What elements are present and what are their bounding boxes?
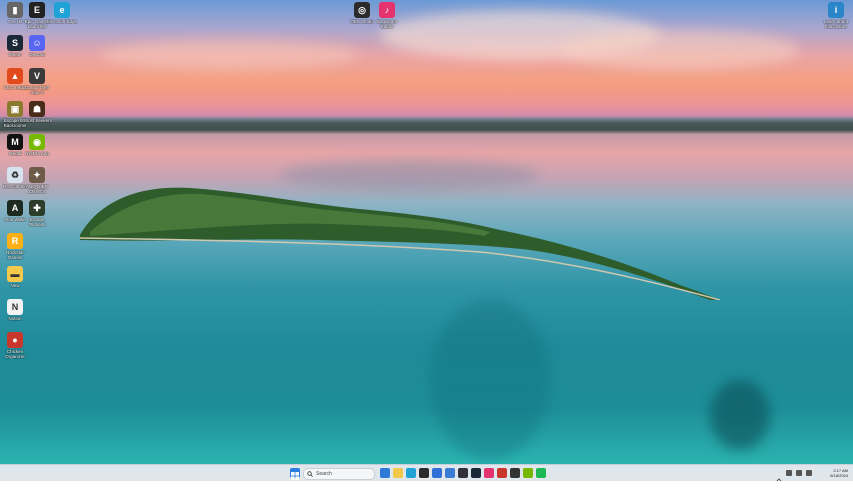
obs-icon[interactable] xyxy=(458,468,468,478)
bandicam-icon[interactable] xyxy=(484,468,494,478)
search-input[interactable]: Search xyxy=(303,468,375,480)
app-icon: ▲ xyxy=(7,68,23,84)
file-explorer-icon[interactable] xyxy=(393,468,403,478)
cloud xyxy=(100,40,360,70)
chicken-icon[interactable] xyxy=(497,468,507,478)
windows-start-icon[interactable] xyxy=(290,468,300,480)
desktop-icon[interactable]: e Microsoft Edge xyxy=(47,2,77,24)
app-icon: ✦ xyxy=(29,167,45,183)
desktop-icon[interactable]: ♪ Bandicam Studio xyxy=(372,2,402,29)
desktop-icon[interactable]: ✚ Escape Tsunami xyxy=(22,200,52,227)
app-icon: M xyxy=(7,134,23,150)
desktop-icon[interactable]: N Notion xyxy=(0,299,30,321)
app-icon: ▬ xyxy=(7,266,23,282)
photos-icon[interactable] xyxy=(445,468,455,478)
chevron-up-icon[interactable] xyxy=(776,470,782,482)
app-icon: N xyxy=(7,299,23,315)
reflection xyxy=(430,300,550,460)
desktop-icon[interactable]: ☗ Ghost Seekers xyxy=(22,101,52,123)
app-icon: ● xyxy=(7,332,23,348)
app-icon: ◉ xyxy=(29,134,45,150)
spotify-icon[interactable] xyxy=(536,468,546,478)
clock[interactable]: 2:17 AM 6/18/2024 xyxy=(822,468,848,478)
desktop-icon[interactable]: ☺ Discord xyxy=(22,35,52,57)
desktop-icon-label: Escape Tsunami xyxy=(28,217,46,227)
search-placeholder: Search xyxy=(316,471,332,477)
terminal-icon[interactable] xyxy=(419,468,429,478)
reflection xyxy=(710,380,770,450)
chrome-icon[interactable] xyxy=(380,468,390,478)
app-icon: e xyxy=(54,2,70,18)
app-icon: E xyxy=(29,2,45,18)
desktop-icon-label: ANOTHER CRAB'S TREASURE xyxy=(25,184,48,194)
desktop-icon-label: Microsoft Edge xyxy=(46,19,77,24)
app-icon: ✚ xyxy=(29,200,45,216)
desktop-icon-label: New xyxy=(10,283,20,288)
app-icon: ◎ xyxy=(354,2,370,18)
app-icon: R xyxy=(7,233,23,249)
desktop-icon-label: Notion xyxy=(8,316,22,321)
desktop-icon[interactable]: ✦ANOTHER CRAB'S TREASURE xyxy=(22,167,52,194)
app-icon: ☺ xyxy=(29,35,45,51)
desktop-wallpaper: ▮ The Hit E Epic Games Launcher e Microsoft E… xyxy=(0,0,853,464)
app-icon: S xyxy=(7,35,23,51)
app-icon: ♪ xyxy=(379,2,395,18)
desktop-icon[interactable]: ● Chicken Organizer xyxy=(0,332,30,359)
desktop-icon[interactable]: V Grand Theft Auto V xyxy=(22,68,52,95)
desktop-icon[interactable]: RRockstar Games Launcher xyxy=(0,233,30,260)
app-icon: ☗ xyxy=(29,101,45,117)
app-icon: i xyxy=(828,2,844,18)
desktop-icon-label: Learn about this picture xyxy=(823,19,849,29)
store-icon[interactable] xyxy=(432,468,442,478)
desktop-icon-label: Chicken Organizer xyxy=(5,349,25,359)
app-icon: A xyxy=(7,200,23,216)
desktop-icon-label: Rockstar Games Launcher xyxy=(6,250,24,260)
desktop-icon-label: Discord xyxy=(29,52,45,57)
desktop-icon[interactable]: ▬ New xyxy=(0,266,30,288)
cloud xyxy=(560,30,800,70)
taskbar: Search 2:17 AM 6/18/2024 xyxy=(0,464,853,482)
speaker-icon[interactable] xyxy=(796,470,802,476)
desktop-icon-label: Ghost Seekers xyxy=(22,118,52,123)
steam-icon[interactable] xyxy=(471,468,481,478)
desktop-icon-label: NVIDIA App xyxy=(25,151,49,156)
island-image xyxy=(80,187,720,300)
app-icon: ▮ xyxy=(7,2,23,18)
app-icon: V xyxy=(29,68,45,84)
nvidia-icon[interactable] xyxy=(523,468,533,478)
app-icon: ♻ xyxy=(7,167,23,183)
desktop-icon[interactable]: ◉ NVIDIA App xyxy=(22,134,52,156)
desktop-icon[interactable]: i Learn about this picture xyxy=(821,2,851,29)
edge-icon[interactable] xyxy=(406,468,416,478)
app-icon: ▣ xyxy=(7,101,23,117)
app-icon[interactable] xyxy=(510,468,520,478)
clock-date: 6/18/2024 xyxy=(830,473,848,478)
battery-icon[interactable] xyxy=(806,470,812,476)
search-icon xyxy=(307,471,313,477)
network-icon[interactable] xyxy=(786,470,792,476)
desktop-icon-label: Grand Theft Auto V xyxy=(25,85,49,95)
desktop-icon-label: Bandicam Studio xyxy=(376,19,397,29)
